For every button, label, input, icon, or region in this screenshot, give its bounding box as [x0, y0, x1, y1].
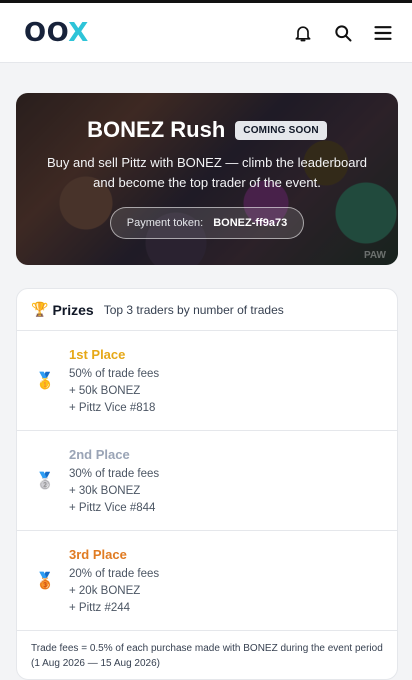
search-icon[interactable]: [332, 22, 354, 44]
prize-line: + Pittz #244: [69, 601, 131, 614]
event-banner: BONEZ Rush COMING SOON Buy and sell Pitt…: [16, 93, 398, 265]
prizes-card: 🏆 Prizes Top 3 traders by number of trad…: [16, 288, 398, 680]
banner-watermark: PAW: [363, 250, 386, 261]
payment-token-label: Payment token:: [126, 217, 204, 229]
coming-soon-badge: COMING SOON: [235, 120, 327, 140]
trophy-icon: 🏆: [31, 301, 49, 317]
prizes-title: Prizes: [52, 301, 94, 318]
prize-line: 30% of trade fees: [69, 467, 160, 480]
gold-medal-icon: 🥇: [35, 372, 55, 390]
prize-first-place: 🥇 1st Place 50% of trade fees + 50k BONE…: [17, 331, 397, 431]
place-name: 3rd Place: [69, 546, 127, 562]
logo[interactable]: OOX: [24, 18, 89, 48]
prizes-header: 🏆 Prizes Top 3 traders by number of trad…: [17, 289, 397, 331]
prize-line: + 30k BONEZ: [69, 484, 141, 497]
prizes-description: Top 3 traders by number of trades: [103, 302, 284, 317]
prize-second-place: 🥈 2nd Place 30% of trade fees + 30k BONE…: [17, 431, 397, 531]
event-subtitle: Buy and sell Pittz with BONEZ — climb th…: [46, 155, 368, 190]
prize-line: 50% of trade fees: [69, 367, 160, 380]
bronze-medal-icon: 🥉: [35, 572, 55, 590]
place-name: 2nd Place: [69, 446, 130, 462]
prize-line: 20% of trade fees: [69, 567, 160, 580]
payment-token-pill[interactable]: Payment token: BONEZ-ff9a73: [109, 207, 305, 239]
payment-token-value: BONEZ-ff9a73: [213, 217, 288, 229]
header-actions: [292, 22, 394, 44]
prize-line: + 50k BONEZ: [69, 384, 141, 397]
prize-line: + 20k BONEZ: [69, 584, 141, 597]
prize-line: + Pittz Vice #844: [69, 501, 156, 514]
prize-third-place: 🥉 3rd Place 20% of trade fees + 20k BONE…: [17, 531, 397, 631]
place-name: 1st Place: [69, 346, 126, 362]
prize-line: + Pittz Vice #818: [69, 401, 156, 414]
bell-icon[interactable]: [292, 22, 314, 44]
silver-medal-icon: 🥈: [35, 472, 55, 490]
app-header: OOX: [0, 3, 412, 63]
trade-fees-footnote: Trade fees = 0.5% of each purchase made …: [31, 643, 383, 669]
event-title: BONEZ Rush: [87, 117, 226, 142]
menu-icon[interactable]: [372, 22, 394, 44]
